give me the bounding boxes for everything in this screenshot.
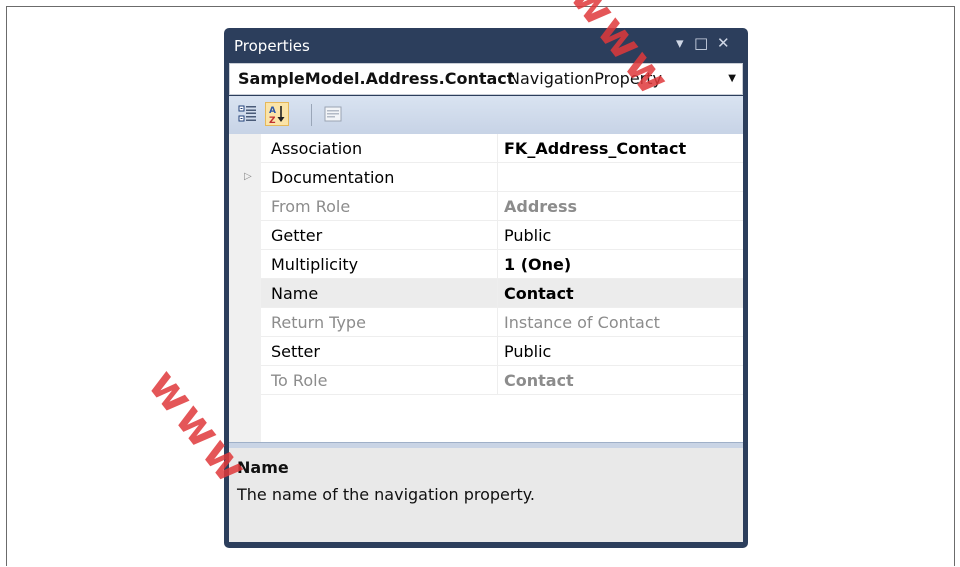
- properties-toolbar: A Z: [229, 96, 743, 134]
- property-name: From Role: [261, 192, 497, 221]
- property-name: To Role: [261, 366, 497, 395]
- window-position-dropdown-icon[interactable]: ▾: [676, 34, 684, 52]
- property-pages-button[interactable]: [321, 102, 345, 126]
- toolbar-separator: [311, 104, 312, 126]
- property-row-from-role[interactable]: From Role Address: [229, 192, 743, 221]
- property-row-association[interactable]: Association FK_Address_Contact: [229, 134, 743, 163]
- property-value[interactable]: Public: [497, 221, 743, 250]
- expand-triangle-icon[interactable]: ▷: [244, 171, 252, 182]
- property-row-getter[interactable]: Getter Public: [229, 221, 743, 250]
- property-row-return-type[interactable]: Return Type Instance of Contact: [229, 308, 743, 337]
- property-value: Instance of Contact: [497, 308, 743, 337]
- svg-text:A: A: [269, 106, 276, 116]
- description-panel: Name The name of the navigation property…: [229, 448, 743, 542]
- window-titlebar[interactable]: Properties ▾ □ ✕: [224, 28, 748, 62]
- alphabetical-button[interactable]: A Z: [265, 102, 289, 126]
- property-row-name[interactable]: Name Contact: [229, 279, 743, 308]
- property-pages-icon: [324, 106, 342, 122]
- description-text: The name of the navigation property.: [237, 485, 536, 504]
- property-name: Documentation: [261, 163, 497, 192]
- property-name: Getter: [261, 221, 497, 250]
- properties-window: Properties ▾ □ ✕ SampleModel.Address.Con…: [224, 28, 748, 548]
- property-value: Address: [497, 192, 743, 221]
- svg-text:Z: Z: [269, 116, 276, 125]
- description-title: Name: [237, 458, 289, 477]
- property-value: Contact: [497, 366, 743, 395]
- close-icon[interactable]: ✕: [717, 34, 730, 52]
- property-name: Return Type: [261, 308, 497, 337]
- property-value[interactable]: [497, 163, 743, 192]
- categorized-icon: [238, 105, 256, 122]
- property-name: Setter: [261, 337, 497, 366]
- property-row-setter[interactable]: Setter Public: [229, 337, 743, 366]
- property-value[interactable]: Contact: [497, 279, 743, 308]
- property-name: Association: [261, 134, 497, 163]
- property-grid: Association FK_Address_Contact ▷ Documen…: [229, 134, 743, 442]
- object-selector-dropdown[interactable]: SampleModel.Address.Contact NavigationPr…: [229, 63, 743, 95]
- categorized-button[interactable]: [236, 102, 260, 126]
- property-name: Multiplicity: [261, 250, 497, 279]
- property-row-to-role[interactable]: To Role Contact: [229, 366, 743, 395]
- selected-object-name: SampleModel.Address.Contact: [238, 69, 515, 88]
- property-value[interactable]: 1 (One): [497, 250, 743, 279]
- selected-object-type: NavigationProperty: [508, 69, 662, 88]
- property-row-documentation[interactable]: ▷ Documentation: [229, 163, 743, 192]
- maximize-icon[interactable]: □: [694, 34, 708, 52]
- property-value[interactable]: Public: [497, 337, 743, 366]
- property-value[interactable]: FK_Address_Contact: [497, 134, 743, 163]
- property-name: Name: [261, 279, 497, 308]
- window-title: Properties: [234, 37, 310, 55]
- chevron-down-icon[interactable]: ▼: [728, 64, 736, 94]
- property-row-multiplicity[interactable]: Multiplicity 1 (One): [229, 250, 743, 279]
- alphabetical-icon: A Z: [269, 106, 285, 126]
